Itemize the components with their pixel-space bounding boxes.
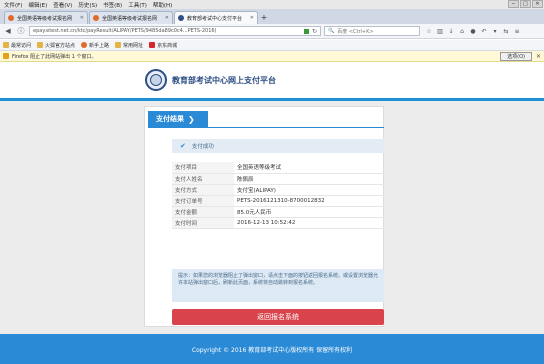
popup-blocked-bar: Firefox 阻止了此网站弹出 1 个窗口。 选项(O) ✕ — [0, 51, 544, 62]
table-row: 支付金额 85.0元人民币 — [172, 206, 384, 218]
site-title: 教育部考试中心网上支付平台 — [172, 76, 276, 85]
menu-help[interactable]: 帮助(H) — [153, 1, 172, 9]
page-body: 支付结果 ❯ ✔ 支付成功 支付项目 全国英语等级考试 支付人姓名 陈佩辰 支付… — [0, 101, 544, 334]
row-value: 陈佩辰 — [234, 173, 384, 185]
tip-box: 提示：如果您的浏览器阻止了弹出窗口，请点击下面的按钮返回报名系统。或设置浏览器允… — [172, 269, 384, 302]
row-label: 支付订单号 — [172, 195, 234, 207]
table-row: 支付人姓名 陈佩辰 — [172, 173, 384, 185]
download-icon[interactable]: ↓ — [447, 28, 455, 35]
row-label: 支付金额 — [172, 206, 234, 218]
row-label: 支付人姓名 — [172, 173, 234, 185]
table-row: 支付时间 2016-12-13 10:52:42 — [172, 217, 384, 229]
row-value: 全国英语等级考试 — [234, 162, 384, 174]
menu-bar: 文件(F) 编辑(E) 查看(V) 历史(S) 书签(B) 工具(T) 帮助(H… — [0, 0, 544, 9]
maximize-button[interactable]: □ — [520, 0, 531, 8]
options-button[interactable]: 选项(O) — [500, 52, 532, 61]
address-bar[interactable]: epay.etest.net.cn/ktc/payResult/ALIPAY/P… — [29, 26, 321, 36]
seal-logo-icon — [145, 69, 167, 91]
star-icon[interactable]: ☆ — [425, 28, 433, 35]
bookmark-firefox-site[interactable]: 火狐官方站点 — [37, 42, 75, 49]
menu-bookmarks[interactable]: 书签(B) — [103, 1, 122, 9]
jd-icon — [149, 42, 156, 48]
tab-2[interactable]: 全国英语等级考试报名网 ✕ — [89, 11, 173, 24]
row-value: 85.0元人民币 — [234, 206, 384, 218]
search-box[interactable]: 🔍 百度 <Ctrl+K> — [324, 26, 420, 36]
menu-history[interactable]: 历史(S) — [78, 1, 97, 9]
favicon-icon — [178, 15, 184, 21]
copyright-text: Copyright © 2016 教育部考试中心版权所有 保留所有权利 — [191, 346, 353, 354]
tab-label: 全国英语等级考试报名网 — [102, 15, 158, 22]
undo-icon[interactable]: ↶ — [480, 28, 488, 35]
row-label: 支付时间 — [172, 217, 234, 229]
info-icon[interactable]: ⓘ — [16, 26, 26, 36]
table-row: 支付方式 支付宝(ALIPAY) — [172, 184, 384, 196]
folder-icon — [115, 42, 122, 48]
success-banner: ✔ 支付成功 — [172, 139, 384, 153]
warning-icon — [3, 53, 9, 59]
tab-bar: 全国英语等级考试报名网 ✕ 全国英语等级考试报名网 ✕ 教育部考试中心支付平台 … — [0, 9, 544, 24]
minimize-button[interactable]: − — [508, 0, 519, 8]
bookmark-common-sites[interactable]: 常用网址 — [115, 42, 143, 49]
back-arrow-icon[interactable]: ◀ — [3, 26, 13, 36]
menu-edit[interactable]: 编辑(E) — [28, 1, 47, 9]
url-text: epay.etest.net.cn/ktc/payResult/ALIPAY/P… — [33, 28, 217, 34]
search-placeholder: 百度 <Ctrl+K> — [337, 28, 374, 35]
library-icon[interactable]: ▥ — [436, 28, 444, 35]
tab-1[interactable]: 全国英语等级考试报名网 ✕ — [4, 11, 88, 24]
table-row: 支付项目 全国英语等级考试 — [172, 162, 384, 174]
tab-3-active[interactable]: 教育部考试中心支付平台 ✕ — [174, 11, 258, 24]
menu-icon[interactable]: ≡ — [513, 28, 521, 35]
toolbar-icons: ☆ ▥ ↓ ⌂ ● ↶ ▾ ⇆ ≡ — [425, 28, 521, 35]
tab-close-icon[interactable]: ✕ — [250, 15, 254, 21]
check-icon: ✔ — [180, 142, 186, 150]
page-header: 教育部考试中心网上支付平台 — [0, 62, 544, 98]
shield-icon — [303, 28, 309, 34]
tab-label: 教育部考试中心支付平台 — [187, 15, 243, 22]
menu-file[interactable]: 文件(F) — [4, 1, 22, 9]
result-card: 支付结果 ❯ ✔ 支付成功 支付项目 全国英语等级考试 支付人姓名 陈佩辰 支付… — [144, 106, 384, 327]
bookmark-jd[interactable]: 京东商城 — [149, 42, 177, 49]
bookmark-most-visited[interactable]: 最常访问 — [3, 42, 31, 49]
chevron-right-icon: ❯ — [188, 114, 195, 124]
row-value: 2016-12-13 10:52:42 — [234, 217, 384, 229]
row-value: 支付宝(ALIPAY) — [234, 184, 384, 196]
window-controls: − □ ✕ — [508, 0, 543, 8]
bookmark-getting-started[interactable]: 新手上路 — [81, 42, 109, 49]
favicon-icon — [8, 15, 14, 21]
section-divider — [148, 127, 384, 128]
success-text: 支付成功 — [191, 144, 214, 150]
navigation-bar: ◀ ⓘ epay.etest.net.cn/ktc/payResult/ALIP… — [0, 24, 544, 39]
more-icon[interactable]: ▾ — [491, 28, 499, 35]
sync-icon[interactable]: ⇆ — [502, 28, 510, 35]
close-window-button[interactable]: ✕ — [532, 0, 543, 8]
page-footer: Copyright © 2016 教育部考试中心版权所有 保留所有权利 — [0, 334, 544, 364]
chat-icon[interactable]: ● — [469, 28, 477, 35]
tab-label: 全国英语等级考试报名网 — [17, 15, 73, 22]
row-label: 支付方式 — [172, 184, 234, 196]
close-icon[interactable]: ✕ — [536, 53, 541, 60]
home-icon[interactable]: ⌂ — [458, 28, 466, 35]
section-badge: 支付结果 ❯ — [148, 111, 208, 127]
section-title: 支付结果 — [156, 115, 184, 123]
bookmarks-bar: 最常访问 火狐官方站点 新手上路 常用网址 京东商城 — [0, 40, 544, 51]
table-row: 支付订单号 PETS-2016121310-8700012832 — [172, 195, 384, 207]
tab-close-icon[interactable]: ✕ — [80, 15, 84, 21]
favicon-icon — [93, 15, 99, 21]
row-value: PETS-2016121310-8700012832 — [234, 195, 384, 207]
return-to-registration-button[interactable]: 返回报名系统 — [172, 309, 384, 325]
folder-icon — [3, 42, 9, 48]
tab-close-icon[interactable]: ✕ — [165, 15, 169, 21]
firefox-icon — [81, 42, 88, 48]
row-label: 支付项目 — [172, 162, 234, 174]
menu-tools[interactable]: 工具(T) — [128, 1, 147, 9]
menu-view[interactable]: 查看(V) — [53, 1, 72, 9]
folder-icon — [37, 42, 44, 48]
search-icon: 🔍 — [328, 28, 335, 34]
new-tab-button[interactable]: + — [259, 11, 269, 24]
popup-blocked-text: Firefox 阻止了此网站弹出 1 个窗口。 — [12, 53, 97, 60]
payment-info-table: 支付项目 全国英语等级考试 支付人姓名 陈佩辰 支付方式 支付宝(ALIPAY)… — [172, 162, 384, 229]
reload-icon[interactable]: ↻ — [312, 28, 317, 35]
